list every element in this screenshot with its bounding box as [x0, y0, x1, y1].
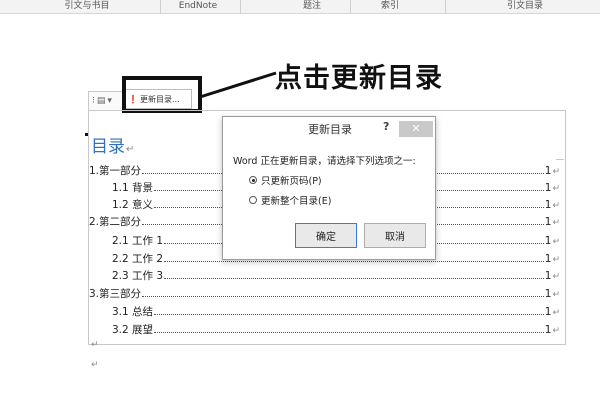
- toc-entry[interactable]: 2.3 工作 3 1 ↵: [112, 268, 560, 283]
- toc-entry-label: 3.1 总结: [112, 306, 154, 318]
- ribbon-group-captions: 题注: [302, 1, 321, 11]
- annotation-pointer-line: [199, 71, 277, 99]
- ribbon-group-index: 索引: [380, 1, 399, 11]
- toc-entry-label: 2.1 工作 1: [112, 235, 164, 247]
- toc-entry-label: 2.3 工作 3: [112, 270, 164, 282]
- radio-label: 只更新页码(P): [261, 176, 322, 187]
- radio-update-entire-table[interactable]: 更新整个目录(E): [249, 193, 433, 207]
- toc-control-tab[interactable]: ⁝ ▤ ▾: [88, 91, 126, 110]
- toc-entry-page: 1: [544, 306, 552, 318]
- toc-leader-dots: [164, 270, 544, 279]
- toc-title-text: 目录: [91, 137, 125, 157]
- dialog-message: Word 正在更新目录，请选择下列选项之一:: [233, 156, 416, 167]
- toc-entry-page: 1: [544, 199, 552, 211]
- paragraph-mark-icon: ↵: [552, 237, 560, 247]
- toc-entry-label: 2.2 工作 2: [112, 253, 164, 265]
- annotation-callout-text: 点击更新目录: [275, 63, 443, 94]
- toc-title: 目录↵: [91, 132, 134, 157]
- paragraph-mark-icon: ↵: [126, 144, 135, 155]
- toc-entry-page: 1: [544, 216, 552, 228]
- toc-entry[interactable]: 3.2 展望 1 ↵: [112, 322, 560, 337]
- toc-leader-dots: [154, 306, 544, 315]
- toc-entry-page: 1: [544, 165, 552, 177]
- document-icon: ▤: [96, 96, 106, 106]
- paragraph-mark-icon: ↵: [552, 326, 560, 336]
- help-icon[interactable]: ?: [383, 120, 389, 133]
- dialog-body: Word 正在更新目录，请选择下列选项之一: 只更新页码(P) 更新整个目录(E…: [233, 153, 433, 207]
- annotation-highlight-box: [122, 76, 202, 113]
- toc-entry-page: 1: [544, 324, 552, 336]
- paragraph-mark-icon: ↵: [552, 272, 560, 282]
- paragraph-mark-icon: ↵: [91, 360, 99, 370]
- ribbon-separator: [240, 0, 241, 13]
- radio-checked-icon[interactable]: [249, 176, 257, 184]
- toc-entry-page: 1: [544, 253, 552, 265]
- update-toc-dialog[interactable]: 更新目录 ? ✕ Word 正在更新目录，请选择下列选项之一: 只更新页码(P)…: [222, 116, 436, 260]
- frame-notch: [556, 159, 564, 162]
- ribbon-separator: [445, 0, 446, 13]
- toc-entry-label: 1.第一部分: [89, 165, 142, 177]
- ribbon-group-table-of-authorities: 引文目录: [506, 1, 543, 11]
- drag-handle-icon[interactable]: ⁝: [92, 96, 95, 106]
- bullet-marker: [85, 133, 88, 136]
- paragraph-mark-icon: ↵: [552, 184, 560, 194]
- radio-update-page-numbers[interactable]: 只更新页码(P): [249, 173, 433, 187]
- ribbon-group-bar: 引文与书目 EndNote 题注 索引 引文目录: [0, 0, 600, 14]
- paragraph-mark-icon: ↵: [91, 340, 99, 350]
- paragraph-mark-icon: ↵: [552, 255, 560, 265]
- ribbon-separator: [160, 0, 161, 13]
- ribbon-separator: [350, 0, 351, 13]
- radio-label: 更新整个目录(E): [261, 196, 332, 207]
- radio-unchecked-icon[interactable]: [249, 196, 257, 204]
- paragraph-mark-icon: ↵: [552, 308, 560, 318]
- paragraph-mark-icon: ↵: [552, 201, 560, 211]
- toc-leader-dots: [154, 324, 544, 333]
- paragraph-mark-icon: ↵: [552, 167, 560, 177]
- toc-entry-page: 1: [544, 235, 552, 247]
- chevron-down-icon[interactable]: ▾: [107, 96, 112, 106]
- toc-entry-label: 2.第二部分: [89, 216, 142, 228]
- toc-entry-label: 3.第三部分: [89, 288, 142, 300]
- ok-button[interactable]: 确定: [295, 223, 357, 248]
- toc-entry-label: 3.2 展望: [112, 324, 154, 336]
- toc-entry-label: 1.1 背景: [112, 182, 154, 194]
- toc-entry[interactable]: 3.第三部分 1 ↵: [89, 286, 560, 301]
- toc-entry-page: 1: [544, 270, 552, 282]
- toc-entry-page: 1: [544, 288, 552, 300]
- cancel-button[interactable]: 取消: [364, 223, 426, 248]
- paragraph-mark-icon: ↵: [552, 218, 560, 228]
- ribbon-group-citations: 引文与书目: [64, 1, 110, 11]
- toc-leader-dots: [142, 288, 544, 297]
- ribbon-group-endnote: EndNote: [178, 1, 218, 11]
- paragraph-mark-icon: ↵: [552, 290, 560, 300]
- toc-entry[interactable]: 3.1 总结 1 ↵: [112, 304, 560, 319]
- toc-entry-label: 1.2 意义: [112, 199, 154, 211]
- toc-entry-page: 1: [544, 182, 552, 194]
- close-button[interactable]: ✕: [399, 121, 433, 137]
